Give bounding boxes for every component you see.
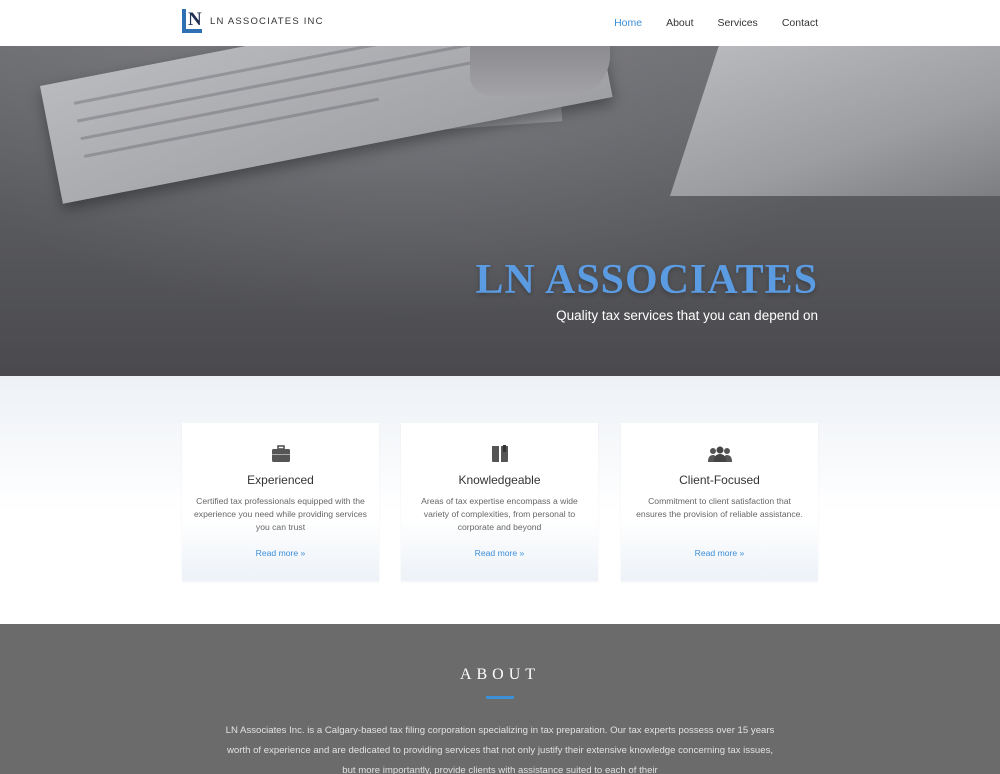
main-nav: Home About Services Contact bbox=[590, 17, 818, 29]
nav-contact[interactable]: Contact bbox=[782, 17, 818, 29]
read-more-link[interactable]: Read more » bbox=[621, 548, 818, 558]
about-text: LN Associates Inc. is a Calgary-based ta… bbox=[225, 725, 775, 774]
read-more-link[interactable]: Read more » bbox=[182, 548, 379, 558]
feature-card-experienced: Experienced Certified tax professionals … bbox=[182, 423, 379, 581]
hero-title: LN ASSOCIATES bbox=[475, 257, 818, 303]
hand-image bbox=[470, 46, 610, 96]
feature-card-knowledgeable: Knowledgeable Areas of tax expertise enc… bbox=[401, 423, 598, 581]
feature-card-client-focused: Client-Focused Commitment to client sati… bbox=[621, 423, 818, 581]
feature-title: Knowledgeable bbox=[458, 473, 541, 487]
nav-home[interactable]: Home bbox=[614, 17, 642, 29]
hero-banner: LN ASSOCIATES Quality tax services that … bbox=[0, 46, 1000, 376]
book-icon bbox=[491, 445, 508, 462]
feature-title: Experienced bbox=[247, 473, 314, 487]
feature-title: Client-Focused bbox=[679, 473, 760, 487]
logo-letter: N bbox=[188, 9, 202, 30]
feature-description: Commitment to client satisfaction that e… bbox=[636, 496, 803, 519]
briefcase-icon bbox=[271, 445, 290, 462]
heading-underline bbox=[486, 696, 514, 699]
about-heading: ABOUT bbox=[459, 666, 541, 683]
hero-subtitle: Quality tax services that you can depend… bbox=[556, 308, 818, 323]
laptop-image bbox=[670, 46, 1000, 196]
logo[interactable]: N LN ASSOCIATES INC bbox=[182, 9, 324, 33]
site-header: N LN ASSOCIATES INC Home About Services … bbox=[0, 0, 1000, 46]
users-icon bbox=[707, 446, 732, 462]
read-more-link[interactable]: Read more » bbox=[401, 548, 598, 558]
about-section: ABOUT LN Associates Inc. is a Calgary-ba… bbox=[0, 624, 1000, 774]
logo-mark: N bbox=[182, 9, 204, 33]
logo-text: LN ASSOCIATES INC bbox=[210, 15, 324, 27]
nav-services[interactable]: Services bbox=[718, 17, 758, 29]
nav-about[interactable]: About bbox=[666, 17, 693, 29]
feature-description: Areas of tax expertise encompass a wide … bbox=[421, 496, 578, 532]
feature-description: Certified tax professionals equipped wit… bbox=[194, 496, 367, 532]
features-section: Experienced Certified tax professionals … bbox=[0, 376, 1000, 624]
